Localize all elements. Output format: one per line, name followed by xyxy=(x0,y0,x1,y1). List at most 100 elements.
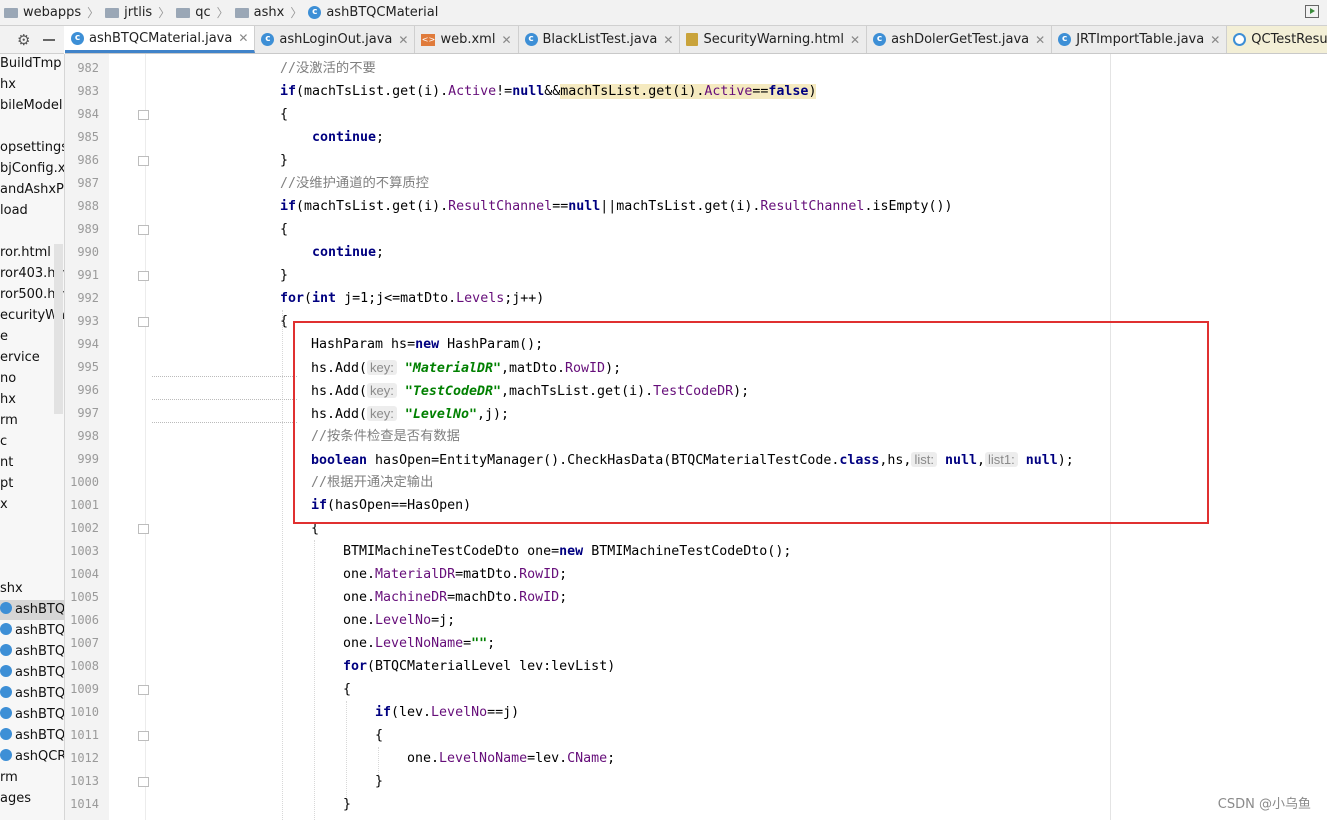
tree-item[interactable]: ashBTQCI xyxy=(0,642,64,662)
line-number: 999 xyxy=(77,452,99,466)
code-line-983[interactable]: if(machTsList.get(i).Active!=null&&machT… xyxy=(280,80,817,103)
code-line-989: { xyxy=(280,222,289,237)
tab-JRTImportTable[interactable]: c JRTImportTable.java ✕ xyxy=(1052,26,1228,53)
breadcrumb-item-qc[interactable]: qc 〉 xyxy=(172,4,230,21)
close-icon[interactable]: ✕ xyxy=(501,33,511,47)
tree-item[interactable]: c xyxy=(0,432,7,452)
close-icon[interactable]: ✕ xyxy=(850,33,860,47)
tree-item[interactable]: e xyxy=(0,327,8,347)
breadcrumb-item-class[interactable]: c ashBTQCMaterial xyxy=(304,5,440,20)
tree-item[interactable]: andAshxPro xyxy=(0,180,64,200)
tree-item[interactable]: no xyxy=(0,369,16,389)
tree-item[interactable]: ashBTQCI xyxy=(0,684,64,704)
tree-item[interactable]: bileModel xyxy=(0,96,63,116)
tree-item[interactable]: ervice xyxy=(0,348,40,368)
tab-ashBTQCMaterial[interactable]: c ashBTQCMaterial.java ✕ xyxy=(65,26,256,53)
tab-QCTestResult[interactable]: QCTestResult.class✕ xyxy=(1227,26,1327,53)
tab-ashDolerGetTest[interactable]: c ashDolerGetTest.java ✕ xyxy=(867,26,1053,53)
line-number: 1012 xyxy=(70,751,99,765)
tree-item[interactable]: ror.html xyxy=(0,243,51,263)
tree-item[interactable]: load xyxy=(0,201,28,221)
line-number: 996 xyxy=(77,383,99,397)
close-icon[interactable]: ✕ xyxy=(1210,33,1220,47)
java-class-icon xyxy=(0,707,12,719)
close-icon[interactable]: ✕ xyxy=(663,33,673,47)
minimize-icon[interactable] xyxy=(43,39,55,41)
code-line-1007[interactable]: one.LevelNoName=""; xyxy=(343,632,495,655)
code-line-1003[interactable]: BTMIMachineTestCodeDto one=new BTMIMachi… xyxy=(343,540,791,563)
tree-item[interactable]: hx xyxy=(0,390,16,410)
tree-item[interactable]: ashBTQCI xyxy=(0,726,64,746)
tree-item[interactable]: ashBTQCI xyxy=(0,621,64,641)
breadcrumb-item-jrtlis[interactable]: jrtlis 〉 xyxy=(101,4,172,21)
fold-marker-icon[interactable] xyxy=(138,777,149,787)
close-icon[interactable]: ✕ xyxy=(238,31,248,45)
java-class-icon: c xyxy=(71,31,84,45)
fold-marker-icon[interactable] xyxy=(138,317,149,327)
watermark: CSDN @小乌鱼 xyxy=(1217,797,1311,812)
class-file-icon xyxy=(1233,33,1247,46)
tree-item[interactable]: ashBTQCI xyxy=(0,663,64,683)
tree-item[interactable]: BuildTmp xyxy=(0,54,62,74)
run-configuration-icon[interactable] xyxy=(1305,5,1319,18)
fold-marker-icon[interactable] xyxy=(138,225,149,235)
java-class-icon xyxy=(0,686,12,698)
code-line-1004[interactable]: one.MaterialDR=matDto.RowID; xyxy=(343,563,567,586)
fold-marker-icon[interactable] xyxy=(138,685,149,695)
code-line-1006[interactable]: one.LevelNo=j; xyxy=(343,609,455,632)
chevron-right-icon: 〉 xyxy=(216,6,229,20)
breadcrumb-item-webapps[interactable]: webapps 〉 xyxy=(0,4,101,21)
line-number: 988 xyxy=(77,199,99,213)
code-line-992[interactable]: for(int j=1;j<=matDto.Levels;j++) xyxy=(280,287,544,310)
line-number: 1011 xyxy=(70,728,99,742)
line-number: 995 xyxy=(77,360,99,374)
code-line-993: { xyxy=(280,314,289,329)
code-line-988[interactable]: if(machTsList.get(i).ResultChannel==null… xyxy=(280,195,953,218)
code-line-1012[interactable]: one.LevelNoName=lev.CName; xyxy=(407,747,615,770)
tree-item[interactable]: nt xyxy=(0,453,13,473)
code-line-990[interactable]: continue; xyxy=(312,241,384,264)
indent-guide xyxy=(346,701,347,801)
fold-marker-icon[interactable] xyxy=(138,110,149,120)
tree-item[interactable]: bjConfig.xm xyxy=(0,159,64,179)
fold-marker-icon[interactable] xyxy=(138,731,149,741)
indent-guide xyxy=(314,540,315,820)
tab-web-xml[interactable]: <> web.xml ✕ xyxy=(415,26,519,53)
tree-item-selected[interactable]: ashBTQCI xyxy=(0,600,64,620)
tree-item[interactable]: rm xyxy=(0,411,18,431)
tab-BlackListTest[interactable]: c BlackListTest.java ✕ xyxy=(519,26,681,53)
fold-marker-icon[interactable] xyxy=(138,156,149,166)
line-number: 1010 xyxy=(70,705,99,719)
tree-item[interactable]: shx xyxy=(0,579,23,599)
line-number: 1001 xyxy=(70,498,99,512)
tree-item[interactable]: ages xyxy=(0,789,31,809)
tree-scrollbar[interactable] xyxy=(54,244,63,414)
line-number: 983 xyxy=(77,84,99,98)
tree-item[interactable]: opsettings.x xyxy=(0,138,64,158)
fold-marker-icon[interactable] xyxy=(138,271,149,281)
fold-marker-icon[interactable] xyxy=(138,524,149,534)
gear-icon[interactable]: ⚙ xyxy=(17,31,30,49)
code-line-985[interactable]: continue; xyxy=(312,126,384,149)
code-line-1010[interactable]: if(lev.LevelNo==j) xyxy=(375,701,519,724)
tree-item[interactable]: ashQCRes xyxy=(0,747,64,767)
code-line-1008[interactable]: for(BTQCMaterialLevel lev:levList) xyxy=(343,655,615,678)
tab-SecurityWarning[interactable]: SecurityWarning.html ✕ xyxy=(680,26,868,53)
code-line-1005[interactable]: one.MachineDR=machDto.RowID; xyxy=(343,586,567,609)
breadcrumb-item-ashx[interactable]: ashx 〉 xyxy=(231,4,305,21)
code-line-1013: } xyxy=(375,774,384,789)
code-comment: //没维护通道的不算质控 xyxy=(280,176,429,191)
code-line-991: } xyxy=(280,268,289,283)
tree-item[interactable]: x xyxy=(0,495,8,515)
tree-item[interactable]: rm xyxy=(0,768,18,788)
line-number: 998 xyxy=(77,429,99,443)
tree-item[interactable]: ashBTQCI xyxy=(0,705,64,725)
tree-item[interactable]: pt xyxy=(0,474,13,494)
close-icon[interactable]: ✕ xyxy=(1035,33,1045,47)
java-class-icon: c xyxy=(1058,33,1072,46)
highlight-box xyxy=(293,321,1209,524)
close-icon[interactable]: ✕ xyxy=(398,33,408,47)
project-tree: BuildTmp hx bileModel opsettings.x bjCon… xyxy=(0,54,65,820)
tree-item[interactable]: hx xyxy=(0,75,16,95)
tab-ashLoginOut[interactable]: c ashLoginOut.java ✕ xyxy=(255,26,416,53)
